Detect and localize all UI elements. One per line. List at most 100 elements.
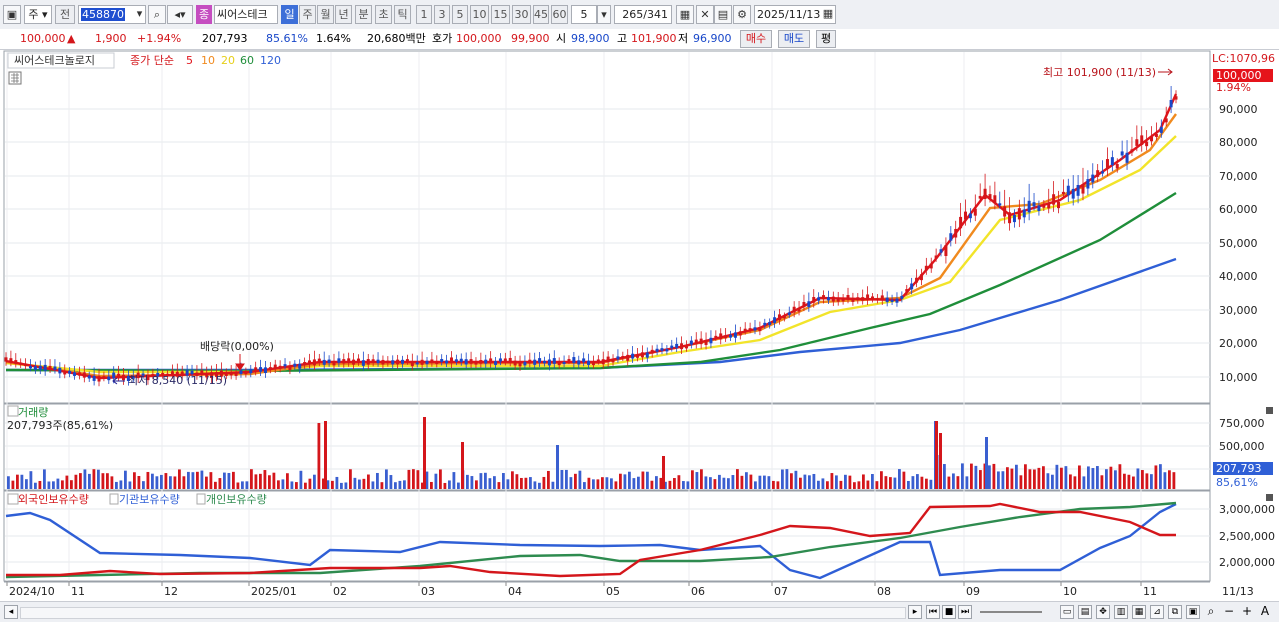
candle-body <box>376 359 380 364</box>
volume-bar <box>110 476 114 489</box>
legend-ma-type: 종가 단순 <box>130 54 174 67</box>
scroll-track[interactable] <box>20 607 906 619</box>
volume-bar <box>578 470 582 489</box>
code-dropdown-icon[interactable]: ▾ <box>133 5 146 24</box>
volume-bar <box>151 473 154 489</box>
font-size-icon[interactable]: A <box>1258 605 1272 619</box>
count-dropdown-icon[interactable]: ▾ <box>597 5 611 24</box>
candle-body <box>1130 149 1134 153</box>
minute-button-3[interactable]: 10 <box>470 5 489 24</box>
volume-bar <box>20 474 24 489</box>
copy-icon[interactable]: ⧉ <box>1168 605 1182 619</box>
print-icon[interactable]: ▣ <box>1186 605 1200 619</box>
scroll-start-icon[interactable]: ⏮ <box>926 605 940 619</box>
candle-body <box>782 315 786 319</box>
volume-bar <box>313 474 316 489</box>
candle-body <box>587 360 591 365</box>
period-tab-6[interactable]: 틱 <box>394 5 411 24</box>
minute-button-0[interactable]: 1 <box>416 5 432 24</box>
volume-bar <box>115 481 118 489</box>
window-menu-icon[interactable]: ▣ <box>3 5 21 24</box>
zoom-icon[interactable]: ⌕ <box>1204 605 1218 619</box>
candle-body <box>1115 164 1119 169</box>
buy-button[interactable]: 매수 <box>740 30 772 48</box>
candle-body <box>802 302 806 307</box>
volume-bar <box>466 474 469 489</box>
compare-icon[interactable]: ▥ <box>1114 605 1128 619</box>
candle-body <box>675 343 679 348</box>
candle-body <box>308 360 312 365</box>
chart-tool-icon[interactable]: ▦ <box>676 5 694 24</box>
scroll-end-icon[interactable]: ⏭ <box>958 605 972 619</box>
period-tab-2[interactable]: 월 <box>317 5 334 24</box>
candle-body <box>268 367 272 370</box>
range-field[interactable]: 265/341 <box>614 5 672 24</box>
volume-bar <box>754 481 757 489</box>
candle-body <box>1061 191 1065 195</box>
search-icon[interactable]: ⌕ <box>148 5 166 24</box>
volume-bar <box>767 476 771 489</box>
zoom-slider[interactable] <box>980 611 1042 613</box>
volume-panel-close-icon[interactable] <box>1266 407 1273 414</box>
candle-body <box>9 358 13 363</box>
gear-icon[interactable]: ⚙ <box>733 5 751 24</box>
save-icon[interactable]: ▤ <box>714 5 732 24</box>
minute-button-5[interactable]: 30 <box>512 5 531 24</box>
minute-button-1[interactable]: 3 <box>434 5 450 24</box>
scroll-right-icon[interactable]: ▸ <box>908 605 922 619</box>
custom-period-input[interactable]: 5 <box>571 5 597 24</box>
split-icon[interactable]: ▤ <box>1078 605 1092 619</box>
volume-title: 거래량 <box>18 406 48 419</box>
stock-name-field[interactable]: 씨어스테크 <box>214 5 278 24</box>
volume-bar <box>1069 474 1072 489</box>
volume-bar <box>299 470 303 489</box>
market-select[interactable]: 주 ▾ <box>24 5 52 24</box>
candle-body <box>239 370 243 374</box>
volume-bar <box>61 480 64 489</box>
holdings-panel-close-icon[interactable] <box>1266 494 1273 501</box>
scroll-left-icon[interactable]: ◂ <box>4 605 18 619</box>
legend-foreign: 외국인보유수량 <box>18 493 89 506</box>
volume-bar <box>1109 466 1113 489</box>
volume-bar <box>970 463 973 489</box>
zoom-in-icon[interactable]: + <box>1240 605 1254 619</box>
layout-icon[interactable]: ▭ <box>1060 605 1074 619</box>
high-annotation: 최고 101,900 (11/13) <box>1043 66 1156 79</box>
volume-panel-checkbox[interactable] <box>7 405 19 417</box>
minute-button-6[interactable]: 45 <box>533 5 549 24</box>
period-tab-1[interactable]: 주 <box>299 5 316 24</box>
stock-chart[interactable]: 90,000 80,000 70,000 60,000 50,000 40,000 30,0… <box>0 50 1279 601</box>
volume-bar <box>353 477 357 489</box>
volume-bar <box>691 470 694 489</box>
zoom-out-icon[interactable]: − <box>1222 605 1236 619</box>
candle-body <box>1037 205 1041 211</box>
candle-body <box>719 333 723 340</box>
eval-button[interactable]: 평 <box>816 30 836 48</box>
legend-ma-60: 60 <box>240 54 254 67</box>
sell-button[interactable]: 매도 <box>778 30 810 48</box>
volume-bar <box>826 481 829 489</box>
volume-bar <box>713 479 717 489</box>
period-tab-0[interactable]: 일 <box>281 5 298 24</box>
candle-body <box>386 360 390 364</box>
period-tab-5[interactable]: 초 <box>375 5 392 24</box>
draw-tool-icon[interactable]: ✕ <box>696 5 714 24</box>
volume-bar <box>439 469 442 489</box>
volume-bar <box>718 474 721 489</box>
ruler-icon[interactable]: ⊿ <box>1150 605 1164 619</box>
period-tab-3[interactable]: 년 <box>335 5 352 24</box>
speaker-icon[interactable]: ◂▾ <box>167 5 193 24</box>
prev-button[interactable]: 전 <box>55 5 75 24</box>
period-tab-4[interactable]: 분 <box>355 5 372 24</box>
calendar-icon[interactable]: ▦ <box>820 5 836 24</box>
minute-button-4[interactable]: 15 <box>491 5 510 24</box>
holdings-panel-checkbox[interactable] <box>7 493 19 505</box>
candle-body <box>459 358 463 363</box>
minute-button-7[interactable]: 60 <box>551 5 568 24</box>
minute-button-2[interactable]: 5 <box>452 5 468 24</box>
candle-body <box>753 327 757 331</box>
volume-bar <box>457 482 460 489</box>
bars-icon[interactable]: ▦ <box>1132 605 1146 619</box>
stop-icon[interactable]: ■ <box>942 605 956 619</box>
crosshair-icon[interactable]: ✥ <box>1096 605 1110 619</box>
